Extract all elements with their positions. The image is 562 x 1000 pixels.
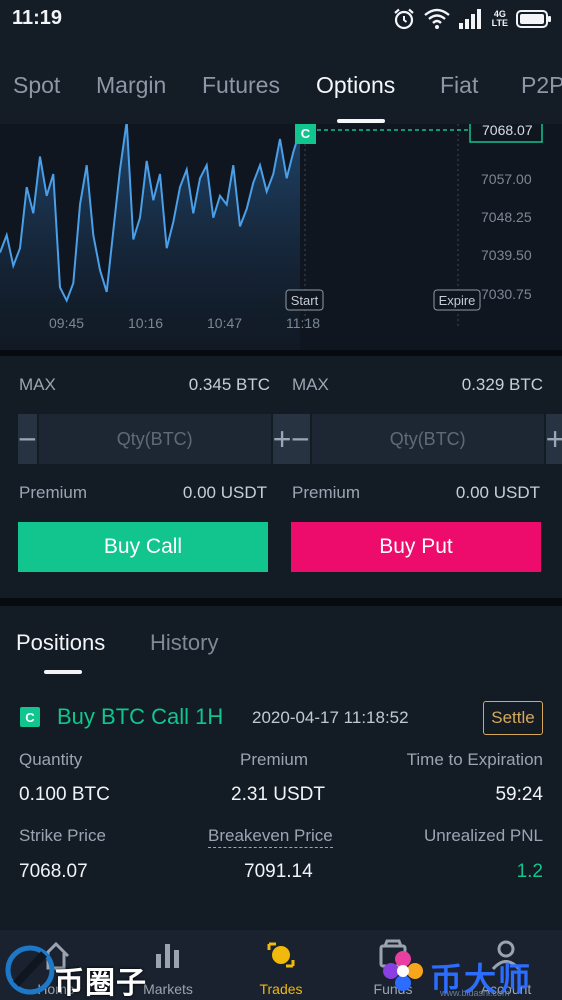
call-premium-value: 0.00 USDT xyxy=(182,483,267,502)
watermark-left: 币圈子 xyxy=(4,934,154,1000)
call-premium-label: Premium xyxy=(19,483,88,502)
put-side: MAX 0.329 BTC − + Premium 0.00 USDT Buy … xyxy=(291,356,562,598)
nav-trades-label: Trades xyxy=(259,981,303,997)
put-max-label: MAX xyxy=(292,375,329,394)
settle-button[interactable]: Settle xyxy=(483,701,543,735)
markets-icon xyxy=(156,944,179,968)
put-qty-input[interactable] xyxy=(309,414,546,464)
trade-panel: MAX 0.345 BTC − + Premium 0.00 USDT Buy … xyxy=(0,356,562,598)
breakeven-value: 7091.14 xyxy=(244,861,313,882)
active-tab-indicator xyxy=(337,119,385,123)
start-label: Start xyxy=(291,293,319,308)
y-tick-label: 7057.00 xyxy=(481,171,532,187)
expire-marker: Expire xyxy=(433,289,481,311)
watermark-right-url: www.bidashi.com xyxy=(440,988,510,998)
position-title: Buy BTC Call 1H xyxy=(57,704,224,729)
network-type: 4G LTE xyxy=(492,10,508,28)
expiration-label: Time to Expiration xyxy=(406,750,543,769)
status-time: 11:19 xyxy=(12,7,63,29)
tab-positions[interactable]: Positions xyxy=(16,630,105,656)
y-axis-labels: 7057.00 7048.25 7039.50 7030.75 xyxy=(481,171,532,302)
battery-icon xyxy=(516,10,551,28)
put-minus-button[interactable]: − xyxy=(291,414,310,464)
call-marker-label: C xyxy=(301,126,311,141)
watermark-right: 币大师 www.bidashi.com xyxy=(380,944,560,1000)
put-premium-value: 0.00 USDT xyxy=(455,483,540,502)
price-chart-svg: 7057.00 7048.25 7039.50 7030.75 09:45 10… xyxy=(0,124,543,350)
x-tick-label: 11:18 xyxy=(286,315,320,331)
tab-options[interactable]: Options xyxy=(316,72,395,99)
watermark-flower-icon xyxy=(383,951,423,991)
positions-tab-indicator xyxy=(44,670,82,674)
breakeven-label[interactable]: Breakeven Price xyxy=(208,826,333,848)
pnl-value: 1.2 xyxy=(516,861,543,882)
watermark-logo-icon xyxy=(5,945,55,995)
x-tick-label: 10:16 xyxy=(128,315,163,331)
top-tabs: Spot Margin Futures Options Fiat P2P xyxy=(0,40,562,124)
call-badge: C xyxy=(20,707,40,727)
call-side: MAX 0.345 BTC − + Premium 0.00 USDT Buy … xyxy=(18,356,292,598)
tab-spot[interactable]: Spot xyxy=(13,72,60,99)
nav-trades[interactable]: Trades xyxy=(225,930,337,1000)
trades-icon xyxy=(267,942,295,968)
y-tick-label: 7048.25 xyxy=(481,209,532,225)
start-marker: Start xyxy=(285,289,324,311)
expiration-value: 59:24 xyxy=(495,784,543,805)
tab-p2p[interactable]: P2P xyxy=(521,72,562,99)
network-label-bottom: LTE xyxy=(491,18,508,28)
tab-history[interactable]: History xyxy=(150,630,218,656)
premium-label: Premium xyxy=(240,750,309,769)
put-max-value: 0.329 BTC xyxy=(461,375,543,394)
y-tick-label: 7039.50 xyxy=(481,247,532,263)
call-marker: C xyxy=(295,124,316,144)
tab-margin[interactable]: Margin xyxy=(96,72,166,99)
watermark-left-text: 币圈子 xyxy=(54,967,147,1000)
price-chart[interactable]: 7057.00 7048.25 7039.50 7030.75 09:45 10… xyxy=(0,124,562,350)
premium-value: 2.31 USDT xyxy=(231,784,325,805)
call-qty-stepper: − + xyxy=(18,414,292,464)
x-tick-label: 10:47 xyxy=(207,315,242,331)
put-plus-button[interactable]: + xyxy=(545,414,562,464)
pnl-label: Unrealized PNL xyxy=(423,826,543,845)
wifi-icon xyxy=(423,8,450,29)
alarm-icon xyxy=(393,8,414,30)
section-divider xyxy=(0,598,562,606)
quantity-value: 0.100 BTC xyxy=(19,784,110,805)
put-premium-label: Premium xyxy=(292,483,361,502)
current-price-label: 7068.07 xyxy=(482,124,533,138)
x-tick-label: 09:45 xyxy=(49,315,84,331)
y-tick-label: 7030.75 xyxy=(481,286,532,302)
call-max-value: 0.345 BTC xyxy=(188,375,270,394)
call-plus-button[interactable]: + xyxy=(272,414,292,464)
tab-fiat[interactable]: Fiat xyxy=(440,72,478,99)
price-badge: 7068.07 xyxy=(469,124,543,143)
signal-icon xyxy=(458,9,481,29)
strike-label: Strike Price xyxy=(19,826,106,845)
status-icons: 4G LTE xyxy=(392,6,552,32)
quantity-label: Quantity xyxy=(19,750,83,769)
put-qty-stepper: − + xyxy=(291,414,562,464)
tab-futures[interactable]: Futures xyxy=(202,72,280,99)
position-timestamp: 2020-04-17 11:18:52 xyxy=(252,708,409,727)
expire-label: Expire xyxy=(439,293,476,308)
buy-call-button[interactable]: Buy Call xyxy=(18,522,268,572)
buy-put-button[interactable]: Buy Put xyxy=(291,522,541,572)
status-bar: 11:19 4G LTE xyxy=(0,0,562,40)
call-max-label: MAX xyxy=(19,375,56,394)
call-minus-button[interactable]: − xyxy=(18,414,37,464)
call-qty-input[interactable] xyxy=(36,414,273,464)
positions-panel: Positions History C Buy BTC Call 1H 2020… xyxy=(0,606,562,930)
strike-value: 7068.07 xyxy=(19,861,88,882)
